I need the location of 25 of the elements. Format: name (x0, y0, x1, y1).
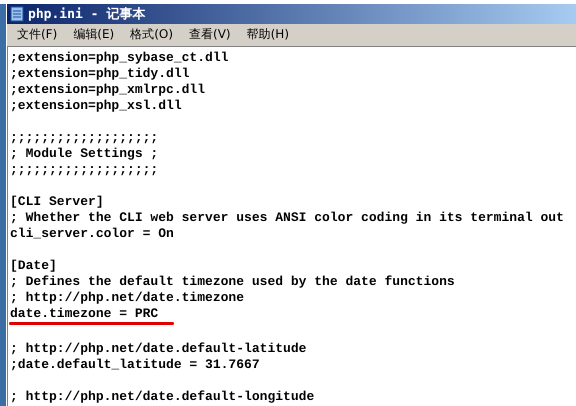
window-title: php.ini - 记事本 (28, 6, 146, 23)
menu-item[interactable]: 编辑(E) (67, 26, 120, 42)
menu-item[interactable]: 查看(V) (183, 26, 237, 42)
code-line: [Date] (10, 258, 57, 274)
code-line: [CLI Server] (10, 194, 104, 210)
code-line: ;extension=php_xsl.dll (10, 98, 182, 114)
menu-item[interactable]: 格式(O) (124, 26, 180, 42)
text-editor[interactable] (7, 46, 576, 406)
code-line: ;extension=php_tidy.dll (10, 66, 190, 82)
code-line: ;date.default_latitude = 31.7667 (10, 357, 260, 373)
code-line: ;extension=php_sybase_ct.dll (10, 50, 228, 66)
code-line: date.timezone = PRC (10, 306, 158, 322)
code-line: ; http://php.net/date.default-longitude (10, 389, 314, 405)
code-line: ; Defines the default timezone used by the date functions (10, 274, 455, 290)
notepad-icon (10, 6, 24, 22)
code-line: ; http://php.net/date.timezone (10, 290, 244, 306)
menu-item[interactable]: 文件(F) (11, 26, 64, 42)
code-line: ; Module Settings ; (10, 146, 158, 162)
code-line: ;;;;;;;;;;;;;;;;;;; (10, 162, 158, 178)
menu-item[interactable]: 帮助(H) (240, 26, 295, 42)
code-line: ;;;;;;;;;;;;;;;;;;; (10, 130, 158, 146)
code-line: ; http://php.net/date.default-latitude (10, 341, 306, 357)
code-line: cli_server.color = On (10, 226, 174, 242)
code-line: ;extension=php_xmlrpc.dll (10, 82, 206, 98)
code-line: ; Whether the CLI web server uses ANSI color coding in its terminal out (10, 210, 564, 226)
